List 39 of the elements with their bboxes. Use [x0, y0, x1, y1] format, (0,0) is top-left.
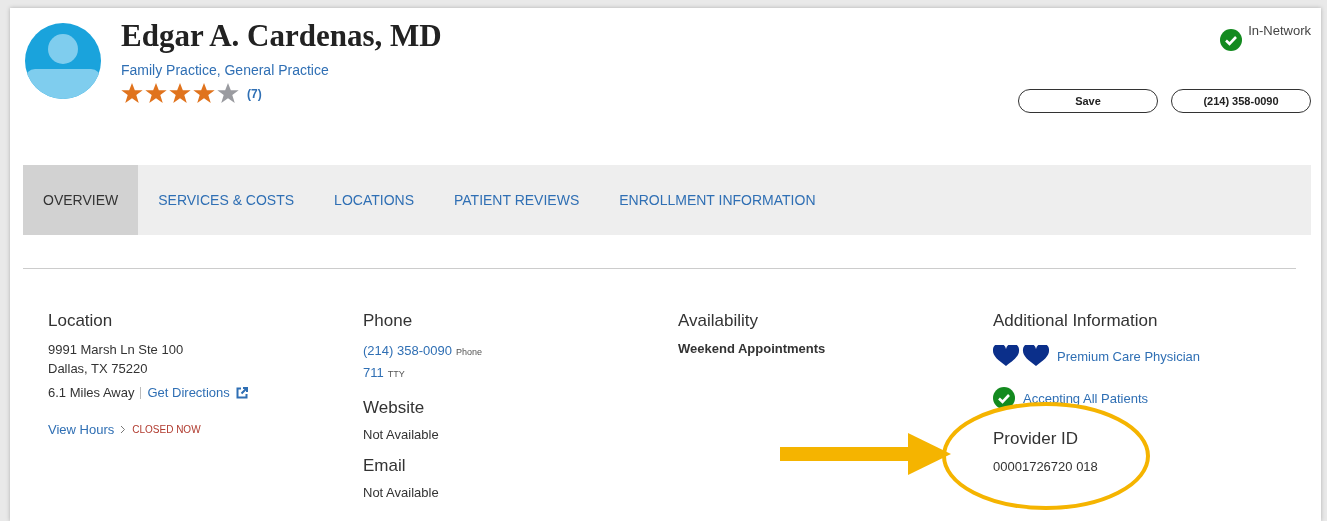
- info-link[interactable]: Premium Care Physician: [1057, 348, 1201, 364]
- action-button[interactable]: Save: [1018, 89, 1158, 113]
- section-heading: Additional Information: [993, 311, 1159, 331]
- network-status: In-Network: [1248, 23, 1311, 38]
- phone-type: TTY: [387, 369, 405, 379]
- review-count-link[interactable]: (7): [247, 86, 262, 101]
- action-button[interactable]: (214) 358-0090: [1171, 89, 1311, 113]
- tab[interactable]: PATIENT REVIEWS: [434, 165, 600, 235]
- check-icon: [1220, 29, 1243, 51]
- section-heading: Provider ID: [993, 429, 1080, 449]
- section-heading: Email: [363, 456, 407, 476]
- tab[interactable]: SERVICES & COSTS: [138, 165, 315, 235]
- section-heading: Website: [363, 398, 426, 418]
- availability-value: Weekend Appointments: [678, 341, 827, 356]
- specialty-link[interactable]: Family Practice, General Practice: [121, 62, 442, 78]
- provider-id-value: 00001726720 018: [993, 459, 1099, 474]
- email-value: Not Available: [363, 485, 440, 500]
- directions-link[interactable]: Get Directions: [147, 385, 230, 400]
- section-heading: Location: [48, 311, 114, 331]
- distance-text: 6.1 Miles Away: [48, 385, 135, 400]
- hours-status: CLOSED NOW: [132, 424, 201, 435]
- website-value: Not Available: [363, 427, 440, 442]
- tab[interactable]: OVERVIEW: [23, 165, 139, 235]
- tab[interactable]: LOCATIONS: [314, 165, 434, 235]
- section-heading: Availability: [678, 311, 759, 331]
- chevron-right-icon: [120, 425, 127, 434]
- hearts-icon: [993, 345, 1049, 367]
- address-line: 9991 Marsh Ln Ste 100: [48, 341, 185, 359]
- check-icon: [993, 387, 1015, 409]
- tab[interactable]: ENROLLMENT INFORMATION: [599, 165, 836, 235]
- external-link-icon: [235, 386, 248, 399]
- address-line: Dallas, TX 75220: [48, 360, 149, 378]
- phone-link[interactable]: 711: [363, 365, 384, 380]
- phone-link[interactable]: (214) 358-0090: [363, 343, 452, 358]
- view-hours-link[interactable]: View Hours: [48, 422, 115, 437]
- provider-name: Edgar A. Cardenas, MD: [121, 18, 442, 54]
- info-link[interactable]: Accepting All Patients: [1023, 390, 1149, 406]
- section-heading: Phone: [363, 311, 414, 331]
- phone-type: Phone: [455, 347, 482, 357]
